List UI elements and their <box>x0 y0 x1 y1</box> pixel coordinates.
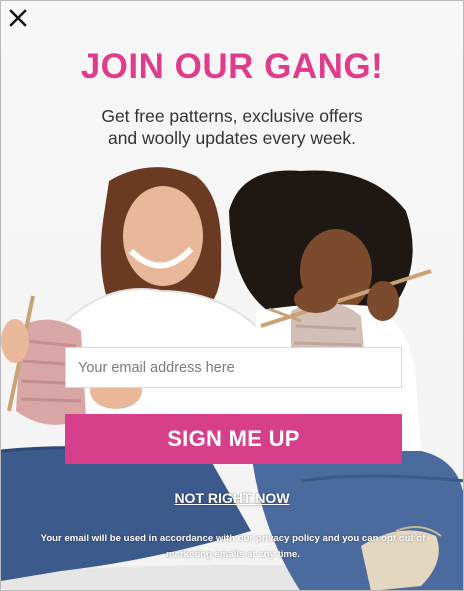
subtitle: Get free patterns, exclusive offers and … <box>1 105 463 149</box>
sign-up-button[interactable]: SIGN ME UP <box>65 414 402 464</box>
subtitle-line-2: and woolly updates every week. <box>107 128 357 148</box>
signup-modal: JOIN OUR GANG! Get free patterns, exclus… <box>0 0 464 591</box>
not-right-now-link[interactable]: NOT RIGHT NOW <box>1 490 463 506</box>
email-input[interactable] <box>65 347 402 388</box>
subtitle-line-1: Get free patterns, exclusive offers <box>101 106 363 126</box>
page-title: JOIN OUR GANG! <box>80 47 384 86</box>
close-button[interactable] <box>7 7 29 29</box>
close-icon <box>9 9 27 27</box>
privacy-disclaimer: Your email will be used in accordance wi… <box>40 533 426 560</box>
